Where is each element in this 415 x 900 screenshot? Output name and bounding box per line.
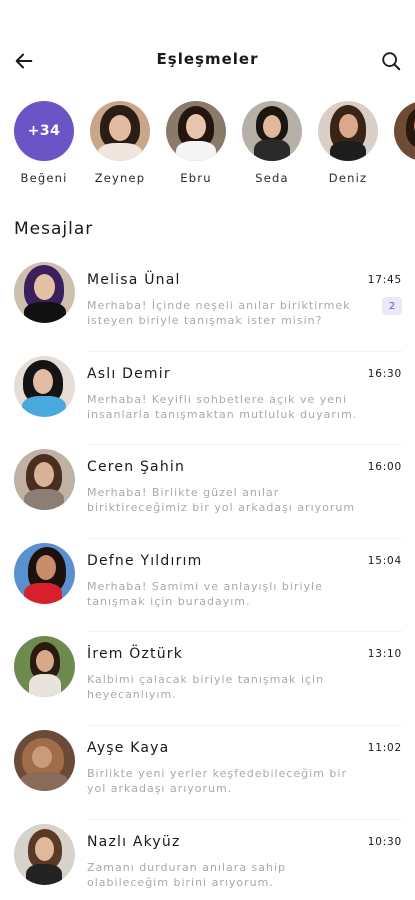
match-story-item[interactable]: Seda	[242, 101, 302, 191]
contact-name: Melisa Ünal	[87, 272, 181, 288]
message-time: 16:00	[367, 461, 402, 474]
message-row[interactable]: Ceren Şahin 16:00 Merhaba! Birlikte güze…	[0, 445, 415, 539]
match-story-item[interactable]: Deniz	[318, 101, 378, 191]
likes-count-badge: +34	[14, 101, 74, 161]
top-bar: Eşleşmeler	[0, 0, 415, 100]
message-preview: Birlikte yeni yerler keşfedebileceğim bi…	[87, 766, 347, 795]
message-time: 17:45	[367, 274, 402, 286]
avatar	[166, 101, 226, 161]
match-story-item[interactable]: M	[394, 101, 415, 191]
message-list: Melisa Ünal 17:45 Merhaba! İçinde neşeli…	[0, 258, 415, 900]
avatar	[14, 355, 75, 417]
messages-section-title: Mesajlar	[14, 219, 94, 239]
message-time: 16:30	[367, 367, 402, 380]
story-name: Deniz	[328, 171, 368, 185]
contact-name: Aslı Demir	[87, 365, 171, 382]
avatar	[242, 101, 302, 161]
search-button[interactable]	[377, 47, 405, 75]
message-preview: Zamanı durduran anılara sahip olabileceğ…	[87, 860, 287, 889]
story-name: Ebru	[180, 171, 212, 185]
story-name: Zeynep	[94, 171, 146, 185]
avatar	[14, 262, 75, 323]
message-preview: Merhaba! Birlikte güzel anılar biriktire…	[87, 486, 356, 515]
message-time: 10:30	[367, 835, 402, 848]
message-row[interactable]: Aslı Demir 16:30 Merhaba! Keyifli sohbet…	[0, 352, 415, 446]
avatar	[90, 101, 150, 161]
contact-name: Nazlı Akyüz	[87, 833, 181, 850]
message-row[interactable]: Defne Yıldırım 15:04 Merhaba! Samimi ve …	[0, 539, 415, 633]
likes-story[interactable]: +34 Beğeni	[14, 101, 74, 191]
message-time: 15:04	[367, 554, 402, 567]
message-row[interactable]: Ayşe Kaya 11:02 Birlikte yeni yerler keş…	[0, 726, 415, 820]
avatar	[14, 823, 75, 885]
matches-row: +34 Beğeni Zeynep Ebru Seda Deniz	[14, 101, 415, 191]
message-row[interactable]: Nazlı Akyüz 10:30 Zamanı durduran anılar…	[0, 820, 415, 900]
page-title: Eşleşmeler	[156, 50, 259, 68]
contact-name: Ayşe Kaya	[87, 739, 170, 756]
avatar	[394, 101, 415, 161]
avatar	[14, 636, 75, 698]
story-name: Seda	[255, 171, 289, 185]
story-name: Beğeni	[20, 171, 68, 185]
avatar	[318, 101, 378, 161]
avatar	[14, 729, 75, 791]
contact-name: Defne Yıldırım	[87, 552, 203, 569]
message-row[interactable]: Melisa Ünal 17:45 Merhaba! İçinde neşeli…	[0, 258, 415, 352]
unread-badge: 2	[382, 297, 402, 315]
message-preview: Merhaba! İçinde neşeli anılar biriktirme…	[87, 299, 351, 327]
message-preview: Kalbimi çalacak biriyle tanışmak için he…	[87, 673, 325, 702]
message-preview: Merhaba! Samimi ve anlayışlı biriyle tan…	[87, 579, 323, 608]
avatar	[14, 449, 75, 511]
message-time: 13:10	[367, 648, 402, 661]
contact-name: İrem Öztürk	[87, 646, 184, 663]
message-time: 11:02	[367, 741, 402, 754]
match-story-item[interactable]: Ebru	[166, 101, 226, 191]
contact-name: Ceren Şahin	[87, 459, 186, 476]
avatar	[14, 542, 75, 604]
search-icon	[382, 52, 401, 71]
match-story-item[interactable]: Zeynep	[90, 101, 150, 191]
message-row[interactable]: İrem Öztürk 13:10 Kalbimi çalacak biriyl…	[0, 632, 415, 726]
message-preview: Merhaba! Keyifli sohbetlere açık ve yeni…	[87, 392, 358, 421]
